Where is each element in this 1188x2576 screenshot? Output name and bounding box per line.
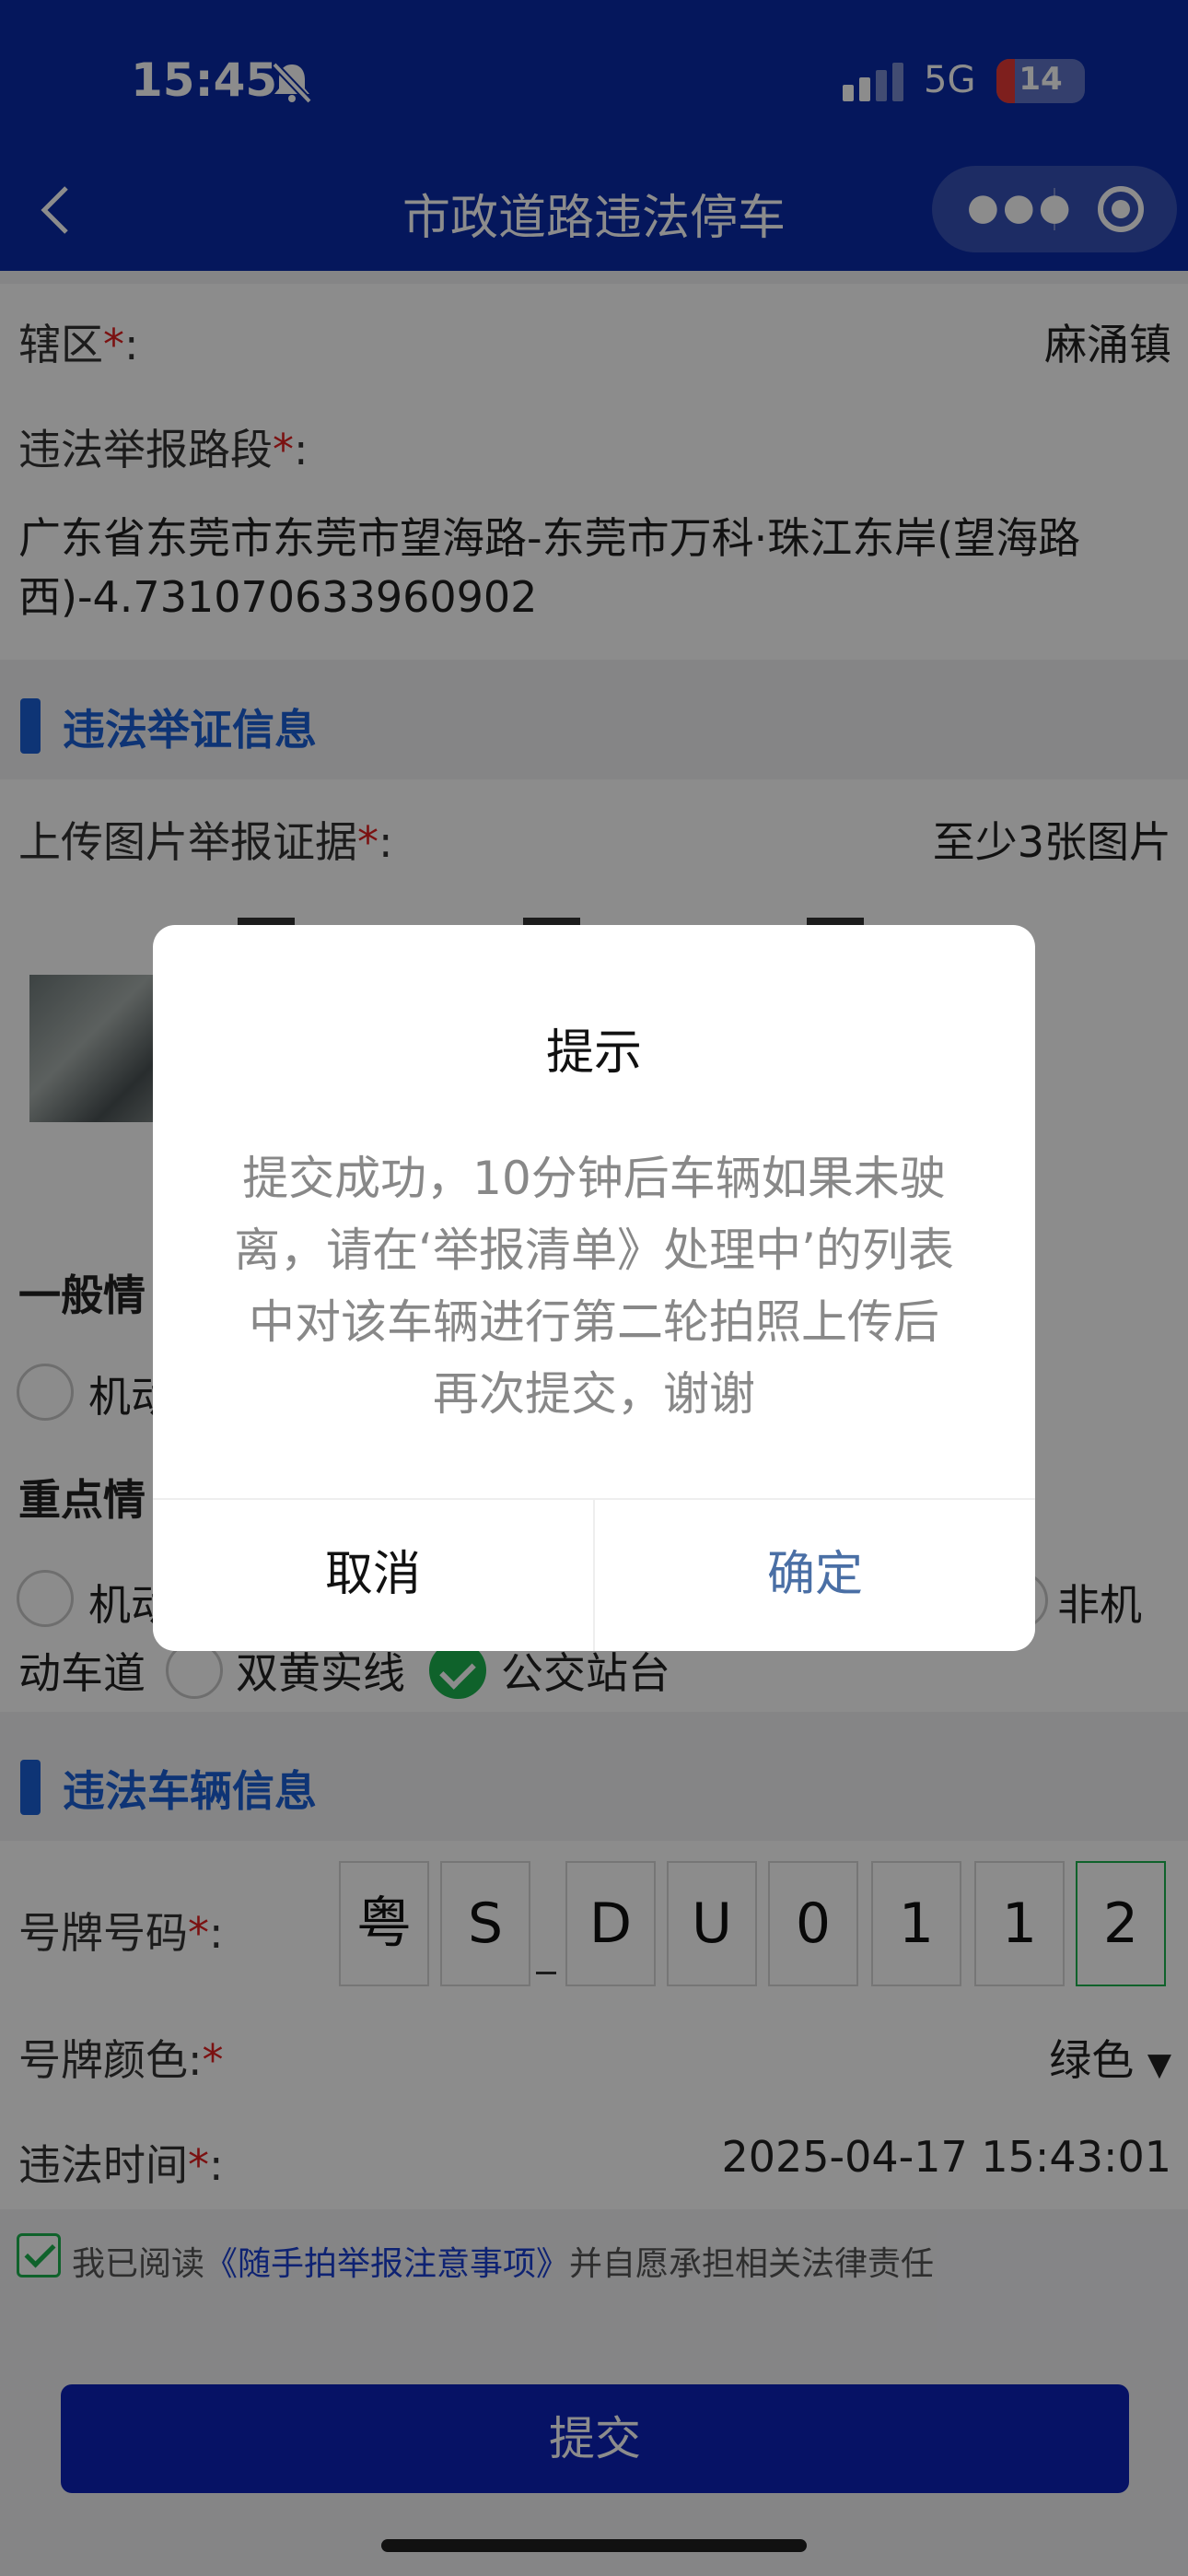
dialog-title: 提示 xyxy=(545,1025,642,1081)
confirm-button[interactable]: 确定 xyxy=(595,1498,1035,1651)
alert-dialog: 提示 提交成功，10分钟后车辆如果未驶离，请在‘举报清单》处理中’的列表中对该车… xyxy=(153,925,1035,1651)
cancel-button[interactable]: 取消 xyxy=(153,1498,593,1651)
home-indicator xyxy=(381,2539,807,2552)
dialog-message: 提交成功，10分钟后车辆如果未驶离，请在‘举报清单》处理中’的列表中对该车辆进行… xyxy=(234,1152,954,1421)
